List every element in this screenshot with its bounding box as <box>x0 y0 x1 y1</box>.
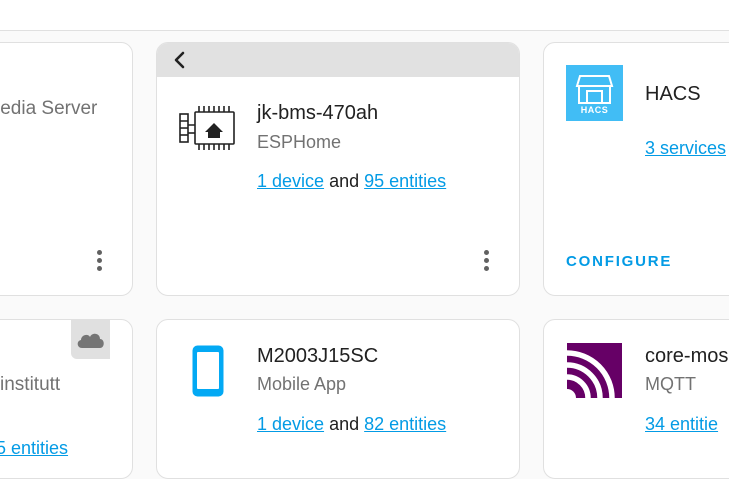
and-text: and <box>329 414 360 434</box>
device-link[interactable]: 1 device <box>257 171 324 191</box>
card-title: core-mos <box>645 345 729 367</box>
integration-card-mqtt[interactable]: core-mos MQTT 34 entitie <box>543 319 729 479</box>
entities-link[interactable]: 34 entitie <box>645 414 718 434</box>
card-links: 34 entitie <box>645 414 718 435</box>
card-links: 1 device and 82 entities <box>257 414 446 435</box>
card-subtitle: ESPHome <box>257 132 342 152</box>
integration-card-m2003[interactable]: M2003J15SC Mobile App 1 device and 82 en… <box>156 319 520 479</box>
entities-link[interactable]: 95 entities <box>364 171 446 191</box>
back-icon[interactable] <box>171 50 189 70</box>
phone-icon <box>191 344 225 398</box>
card-title: HACS <box>645 83 701 105</box>
card-links: 1 device and 95 entities <box>257 171 446 192</box>
top-bar <box>0 0 729 31</box>
integration-card-institutt[interactable]: institutt 5 entities <box>0 319 133 479</box>
integration-card-hacs[interactable]: HACS HACS 3 services CONFIGURE <box>543 42 729 296</box>
entities-link[interactable]: 5 entities <box>0 438 68 458</box>
mqtt-icon <box>567 343 622 398</box>
overflow-menu-button[interactable] <box>87 250 111 274</box>
entities-link[interactable]: 82 entities <box>364 414 446 434</box>
hacs-logo-text: HACS <box>580 105 609 115</box>
card-subtitle: Mobile App <box>257 374 347 394</box>
back-bar <box>157 43 519 77</box>
card-links: 5 entities <box>0 438 68 459</box>
card-links: 3 services <box>645 138 726 159</box>
device-link[interactable]: 1 device <box>257 414 324 434</box>
integration-card-media-server[interactable]: ledia Server <box>0 42 133 296</box>
cloud-icon <box>71 320 110 359</box>
configure-button[interactable]: CONFIGURE <box>566 253 672 270</box>
hacs-logo: HACS <box>566 65 623 121</box>
card-title: M2003J15SC <box>257 345 379 367</box>
esphome-board-icon <box>178 103 238 151</box>
card-title: ledia Server <box>0 98 98 119</box>
card-subtitle: institutt <box>0 374 61 395</box>
services-link[interactable]: 3 services <box>645 138 726 158</box>
integration-card-jk-bms[interactable]: jk-bms-470ah ESPHome 1 device and 95 ent… <box>156 42 520 296</box>
card-title: jk-bms-470ah <box>257 102 379 124</box>
and-text: and <box>329 171 360 191</box>
overflow-menu-button[interactable] <box>474 250 498 274</box>
card-subtitle: MQTT <box>645 374 696 394</box>
